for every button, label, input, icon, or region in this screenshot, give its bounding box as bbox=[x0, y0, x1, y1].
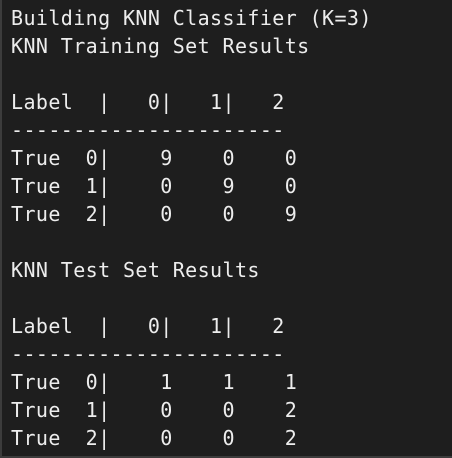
terminal-output[interactable]: Building KNN Classifier (K=3) KNN Traini… bbox=[0, 0, 452, 458]
test-row-true-1: True 1| 0 0 2 bbox=[11, 398, 298, 422]
heading-training-results: KNN Training Set Results bbox=[11, 34, 310, 58]
heading-building-classifier: Building KNN Classifier (K=3) bbox=[11, 6, 372, 30]
training-row-true-0: True 0| 9 0 0 bbox=[11, 146, 298, 170]
training-row-true-1: True 1| 0 9 0 bbox=[11, 174, 298, 198]
training-table-divider: ---------------------- bbox=[11, 118, 285, 142]
test-row-true-2: True 2| 0 0 2 bbox=[11, 426, 298, 450]
training-row-true-2: True 2| 0 0 9 bbox=[11, 202, 298, 226]
test-table-divider: ---------------------- bbox=[11, 342, 285, 366]
training-table-header: Label | 0| 1| 2 bbox=[11, 90, 285, 114]
test-row-true-0: True 0| 1 1 1 bbox=[11, 370, 298, 394]
heading-test-results: KNN Test Set Results bbox=[11, 258, 260, 282]
test-table-header: Label | 0| 1| 2 bbox=[11, 314, 285, 338]
